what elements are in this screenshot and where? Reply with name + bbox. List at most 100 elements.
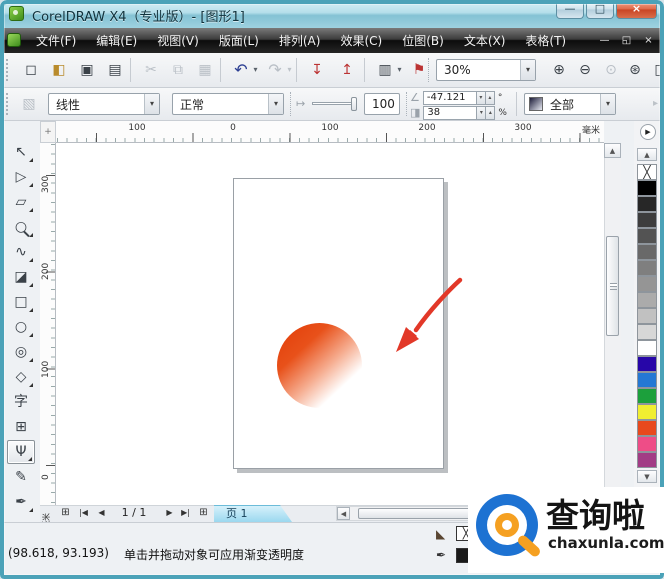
page-tab-1[interactable]: 页 1	[214, 505, 292, 522]
new-document-button[interactable]: ◻	[18, 58, 44, 82]
vertical-scroll-thumb[interactable]	[606, 236, 619, 336]
toolbox-outline-pen-tool[interactable]: ✒	[7, 490, 35, 514]
zoom-in-button[interactable]: ⊕	[546, 58, 572, 82]
midpoint-value-field[interactable]: 100	[364, 93, 400, 115]
next-page-button[interactable]: ▶	[162, 506, 177, 521]
color-swatch[interactable]	[637, 228, 657, 244]
menu-view[interactable]: 视图(V)	[149, 29, 207, 52]
import-button[interactable]: ↧	[304, 58, 330, 82]
chevron-down-icon[interactable]: ▾	[144, 94, 159, 114]
doc-restore-button[interactable]: ◱	[618, 33, 635, 48]
menu-edit[interactable]: 编辑(E)	[88, 29, 145, 52]
zoom-level-combo[interactable]: 30% ▾	[436, 59, 536, 81]
toolbox-shape-tool[interactable]: ▷	[7, 165, 35, 189]
color-swatch[interactable]	[637, 196, 657, 212]
color-swatch[interactable]	[637, 356, 657, 372]
redo-dropdown[interactable]: ▾	[284, 58, 295, 82]
launcher-dropdown[interactable]: ▾	[394, 58, 405, 82]
toolbox-rectangle-tool[interactable]: □	[7, 290, 35, 314]
scroll-left-button[interactable]: ◀	[337, 507, 350, 520]
undo-dropdown[interactable]: ▾	[250, 58, 261, 82]
palette-flyout-button[interactable]: ▶	[640, 124, 656, 140]
horizontal-scroll-thumb[interactable]	[358, 508, 480, 519]
edge-spin-down[interactable]: ▾	[477, 106, 486, 120]
transparency-midpoint-slider[interactable]	[312, 102, 356, 105]
color-swatch[interactable]	[637, 260, 657, 276]
toolbox-smart-fill-tool[interactable]: ◪	[7, 265, 35, 289]
menu-arrange[interactable]: 排列(A)	[271, 29, 329, 52]
angle-spin-down[interactable]: ▾	[477, 91, 486, 105]
palette-scroll-down[interactable]: ▼	[637, 470, 657, 483]
options-button[interactable]: ◨	[648, 58, 664, 82]
propbar-overflow-button[interactable]: ▸	[650, 92, 661, 116]
doc-minimize-button[interactable]: —	[596, 33, 613, 48]
export-button[interactable]: ↥	[334, 58, 360, 82]
toolbox-basic-shapes-tool[interactable]: ◇	[7, 365, 35, 389]
zoom-to-page-button[interactable]: ⊛	[622, 58, 648, 82]
print-button[interactable]: ▤	[102, 58, 128, 82]
menu-bitmaps[interactable]: 位图(B)	[394, 29, 452, 52]
scroll-up-button[interactable]: ▲	[604, 143, 621, 158]
last-page-button[interactable]: ▶|	[178, 506, 193, 521]
zoom-out-button[interactable]: ⊖	[572, 58, 598, 82]
copy-button[interactable]: ⧉	[165, 58, 191, 82]
toolbar-grip[interactable]	[6, 59, 9, 81]
color-swatch[interactable]	[637, 436, 657, 452]
propbar-grip[interactable]	[6, 93, 9, 115]
color-swatch[interactable]	[637, 180, 657, 196]
palette-scroll-up[interactable]: ▲	[637, 148, 657, 161]
color-swatch[interactable]	[637, 212, 657, 228]
minimize-button[interactable]: —	[556, 0, 584, 19]
add-page-button[interactable]: ⊞	[58, 506, 73, 521]
toolbox-zoom-tool[interactable]: ○	[7, 215, 35, 239]
edit-transparency-button[interactable]: ▧	[16, 92, 42, 116]
toolbox-crop-tool[interactable]: ▱	[7, 190, 35, 214]
menu-effects[interactable]: 效果(C)	[332, 29, 390, 52]
edge-pad-field[interactable]: 38	[423, 106, 477, 120]
toolbox-table-tool[interactable]: ⊞	[7, 415, 35, 439]
previous-page-button[interactable]: ◀	[94, 506, 109, 521]
save-button[interactable]: ▣	[74, 58, 100, 82]
toolbox-text-tool[interactable]: 字	[7, 390, 35, 414]
color-swatch[interactable]	[637, 292, 657, 308]
transparency-target-dropdown[interactable]: 全部 ▾	[524, 93, 616, 115]
doc-close-button[interactable]: ×	[640, 33, 657, 48]
menu-file[interactable]: 文件(F)	[28, 29, 84, 52]
add-page-button[interactable]: ⊞	[196, 506, 211, 521]
toolbox-pick-tool[interactable]: ↖	[7, 140, 35, 164]
zoom-actual-button[interactable]: ⊙	[598, 58, 624, 82]
menu-layout[interactable]: 版面(L)	[211, 29, 267, 52]
angle-spin-up[interactable]: ▴	[486, 91, 495, 105]
first-page-button[interactable]: |◀	[76, 506, 91, 521]
color-swatch[interactable]	[637, 244, 657, 260]
no-color-swatch[interactable]: ╳	[637, 164, 657, 180]
slider-handle[interactable]	[351, 97, 357, 111]
toolbox-ellipse-tool[interactable]: ○	[7, 315, 35, 339]
close-button[interactable]: ×	[616, 0, 657, 19]
transparency-type-dropdown[interactable]: 线性 ▾	[48, 93, 160, 115]
color-swatch[interactable]	[637, 372, 657, 388]
paste-button[interactable]: ▦	[192, 58, 218, 82]
color-swatch[interactable]	[637, 404, 657, 420]
drawing-canvas[interactable]	[56, 143, 604, 505]
color-swatch[interactable]	[637, 276, 657, 292]
edge-spin-up[interactable]: ▴	[486, 106, 495, 120]
gradient-angle-field[interactable]: -47.121	[423, 91, 477, 105]
chevron-down-icon[interactable]: ▾	[268, 94, 283, 114]
menu-text[interactable]: 文本(X)	[456, 29, 514, 52]
chevron-down-icon[interactable]: ▾	[600, 94, 615, 114]
color-swatch[interactable]	[637, 324, 657, 340]
color-swatch[interactable]	[637, 340, 657, 356]
ruler-origin-button[interactable]: +	[40, 121, 56, 143]
cut-button[interactable]: ✂	[138, 58, 164, 82]
color-swatch[interactable]	[637, 452, 657, 468]
toolbox-eyedropper-tool[interactable]: ✎	[7, 465, 35, 489]
color-swatch[interactable]	[637, 388, 657, 404]
color-swatch[interactable]	[637, 420, 657, 436]
transparency-operation-dropdown[interactable]: 正常 ▾	[172, 93, 284, 115]
open-button[interactable]: ◧	[46, 58, 72, 82]
toolbox-polygon-tool[interactable]: ◎	[7, 340, 35, 364]
toolbox-transparency-tool[interactable]: Ψ	[7, 440, 35, 464]
color-swatch[interactable]	[637, 308, 657, 324]
chevron-down-icon[interactable]: ▾	[520, 60, 535, 80]
